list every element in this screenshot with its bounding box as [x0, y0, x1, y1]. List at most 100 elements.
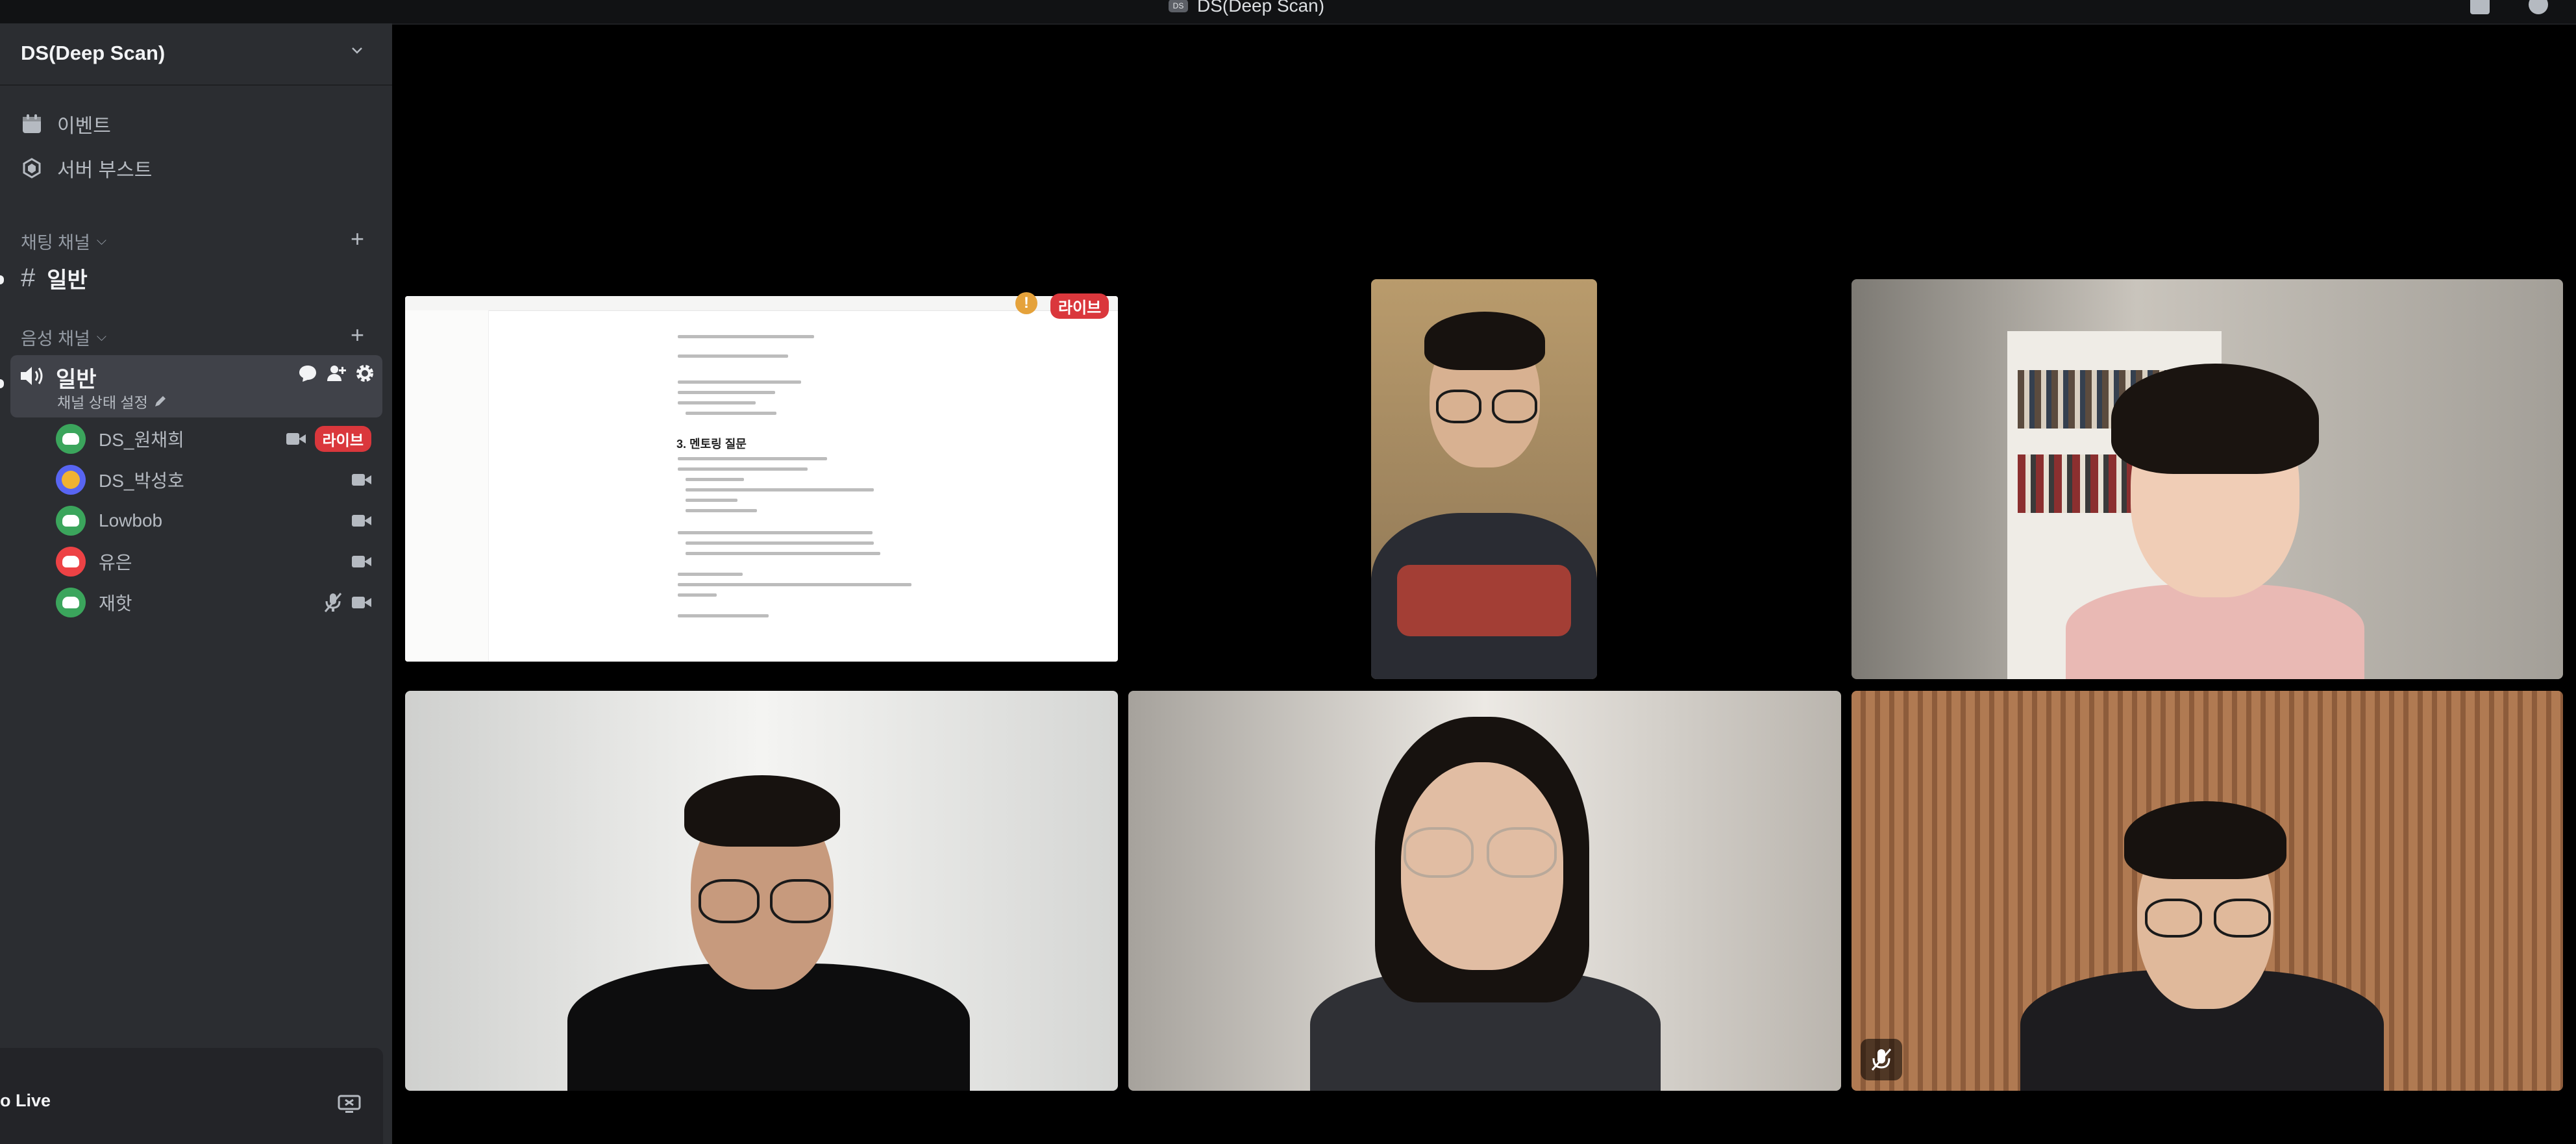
window-title: DS DS(Deep Scan)	[1169, 0, 1324, 16]
camera-icon	[352, 514, 371, 528]
camera-icon	[352, 595, 371, 610]
text-channel-category[interactable]: 채팅 채널 ⌵	[21, 229, 106, 254]
camera-icon	[286, 432, 306, 446]
glasses	[1404, 827, 1474, 878]
chevron-down-icon	[352, 47, 362, 54]
video-tile[interactable]	[1128, 691, 1841, 1091]
member-status-icons	[352, 554, 371, 569]
add-text-channel-button[interactable]: +	[351, 227, 364, 251]
discord-icon	[62, 597, 79, 608]
inbox-icon[interactable]	[2470, 0, 2490, 14]
live-badge: 라이브	[314, 426, 371, 452]
person-hair	[2124, 801, 2286, 879]
connected-indicator	[0, 379, 4, 388]
shared-doc-heading: 3. 멘토링 질문	[676, 438, 747, 451]
mic-muted-icon	[1861, 1039, 1902, 1080]
channel-general-text[interactable]: # 일반	[21, 262, 88, 294]
member-name: 유은	[99, 553, 132, 573]
video-tile[interactable]	[1852, 279, 2563, 679]
mic-muted-glyph	[1871, 1049, 1892, 1071]
shirt-graphic	[1397, 565, 1571, 636]
discord-icon	[62, 556, 79, 567]
avatar	[56, 465, 86, 495]
glasses	[1487, 827, 1557, 878]
glasses	[699, 879, 760, 923]
voice-member[interactable]: 유은	[56, 545, 380, 578]
chat-bubble-icon[interactable]	[297, 363, 318, 384]
video-tile[interactable]	[405, 691, 1118, 1091]
member-name: 재핫	[99, 593, 132, 614]
live-badge: 라이브	[1050, 293, 1109, 319]
voice-channel-label: 일반	[56, 367, 97, 392]
avatar	[56, 506, 86, 536]
camera-icon	[352, 473, 371, 487]
hash-icon: #	[21, 264, 36, 292]
avatar	[56, 424, 86, 454]
sidebar-item-events[interactable]: 이벤트	[21, 110, 111, 138]
glasses	[770, 879, 831, 923]
channel-status-button[interactable]: 채널 상태 설정	[57, 390, 167, 412]
glasses	[1436, 390, 1481, 423]
stream-panel	[0, 1048, 383, 1144]
person-hair	[1424, 312, 1545, 370]
invite-user-icon[interactable]	[326, 363, 347, 384]
avatar	[56, 547, 86, 577]
person-hair	[2111, 364, 2319, 474]
discord-icon	[62, 433, 79, 445]
go-live-label: o Live	[0, 1091, 51, 1110]
chevron-down-icon: ⌵	[96, 234, 107, 248]
avatar	[56, 588, 86, 617]
camera-icon	[352, 554, 371, 569]
member-status-icons: 라이브	[286, 426, 371, 452]
member-name: DS_박성호	[99, 471, 184, 491]
chevron-down-icon: ⌵	[96, 330, 107, 344]
member-name: DS_원채희	[99, 430, 184, 450]
shared-doc-sidebar	[405, 310, 489, 662]
voice-channel-actions	[297, 363, 375, 384]
member-status-icons	[323, 592, 371, 613]
voice-member[interactable]: 재핫	[56, 586, 380, 619]
mic-muted-icon	[324, 593, 342, 612]
sidebar-item-server-boost[interactable]: 서버 부스트	[21, 154, 152, 182]
avatar-image	[62, 471, 80, 489]
server-header[interactable]: DS(Deep Scan)	[0, 23, 392, 86]
boost-icon	[23, 158, 41, 179]
unread-indicator	[0, 275, 4, 284]
sidebar-item-label: 이벤트	[57, 116, 111, 137]
glasses	[2145, 899, 2202, 938]
server-name: DS(Deep Scan)	[21, 42, 166, 64]
speaker-icon	[21, 367, 43, 385]
server-icon: DS	[1169, 0, 1188, 12]
pencil-icon	[155, 396, 166, 406]
member-status-icons	[352, 514, 371, 528]
person-body	[2066, 584, 2364, 679]
screen-share-icon[interactable]	[338, 1095, 361, 1114]
add-voice-channel-button[interactable]: +	[351, 323, 364, 347]
help-icon[interactable]	[2529, 0, 2548, 14]
member-status-icons	[352, 473, 371, 487]
voice-channel-category[interactable]: 음성 채널 ⌵	[21, 325, 106, 350]
member-name: Lowbob	[99, 510, 163, 530]
warning-icon: !	[1015, 292, 1037, 314]
glasses	[2214, 899, 2271, 938]
window-title-text: DS(Deep Scan)	[1197, 0, 1325, 16]
video-tile[interactable]	[1371, 279, 1597, 679]
person-hair	[684, 775, 840, 847]
title-bar: DS DS(Deep Scan)	[0, 0, 2576, 25]
gear-icon[interactable]	[354, 363, 375, 384]
voice-channel-general[interactable]: 일반 채널 상태 설정	[10, 355, 382, 417]
shared-window-tabbar	[405, 296, 1118, 311]
video-tile[interactable]	[1852, 691, 2563, 1091]
screen-share-tile[interactable]: 3. 멘토링 질문	[405, 296, 1118, 662]
category-label: 채팅 채널	[21, 233, 90, 253]
calendar-icon	[23, 114, 41, 133]
category-label: 음성 채널	[21, 329, 90, 349]
glasses	[1492, 390, 1537, 423]
channel-status-label: 채널 상태 설정	[57, 394, 148, 411]
voice-member[interactable]: DS_박성호	[56, 463, 380, 497]
channel-label: 일반	[47, 268, 88, 293]
sidebar-item-label: 서버 부스트	[57, 160, 153, 181]
voice-member[interactable]: DS_원채희 라이브	[56, 422, 380, 456]
channel-sidebar: DS(Deep Scan) 이벤트 서버 부스트 채팅 채널 ⌵ + # 일반 음…	[0, 23, 392, 1144]
voice-member[interactable]: Lowbob	[56, 504, 380, 538]
